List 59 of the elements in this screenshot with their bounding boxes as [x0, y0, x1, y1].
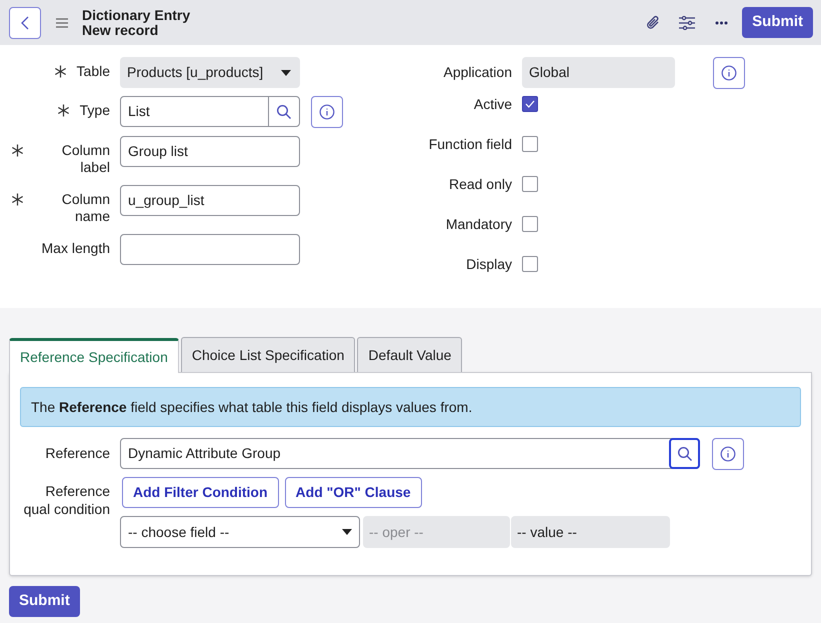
info-button[interactable]: [311, 96, 343, 128]
required-icon: [54, 65, 67, 78]
text-field[interactable]: Group list: [120, 136, 300, 167]
sliders-icon[interactable]: [679, 16, 696, 30]
info-icon: [721, 64, 737, 80]
info-icon: [319, 104, 335, 120]
checkbox[interactable]: [522, 176, 538, 192]
required-icon: [11, 144, 24, 157]
record-subtitle: New record: [82, 22, 158, 38]
tab[interactable]: Choice List Specification: [180, 337, 356, 372]
table-select[interactable]: Products [u_products]: [120, 57, 300, 88]
type-lookup-field[interactable]: List: [120, 96, 300, 127]
tab[interactable]: Reference Specification: [9, 338, 179, 373]
record-title: Dictionary Entry: [82, 8, 190, 22]
caret-icon: [281, 70, 291, 76]
field-label: Column name: [60, 191, 110, 225]
info-icon: [720, 446, 736, 462]
text-field[interactable]: [120, 234, 300, 265]
filter-button[interactable]: Add "OR" Clause: [284, 477, 422, 508]
field-label: Max length: [42, 240, 110, 257]
more-icon[interactable]: [715, 20, 728, 24]
info-button[interactable]: [713, 56, 745, 88]
search-button[interactable]: [669, 438, 700, 469]
field-label: Application: [442, 63, 512, 82]
reference-field[interactable]: Dynamic Attribute Group: [120, 438, 700, 469]
menu-icon[interactable]: [56, 18, 68, 28]
info-button[interactable]: [712, 438, 744, 470]
field-label: Column label: [60, 142, 110, 176]
back-button[interactable]: [9, 6, 41, 38]
field-label: Reference qual condition: [22, 482, 110, 519]
search-icon: [676, 446, 692, 462]
submit-button[interactable]: Submit: [9, 586, 80, 617]
field-label: Table: [76, 63, 110, 80]
field-label: Type: [80, 102, 110, 119]
caret-icon: [342, 529, 352, 535]
check-icon: [525, 100, 535, 108]
checkbox[interactable]: [522, 256, 538, 272]
required-icon: [11, 193, 24, 206]
field-label: Active: [472, 94, 512, 114]
application-field: Global: [522, 57, 675, 88]
paperclip-icon[interactable]: [645, 14, 662, 32]
checkbox[interactable]: [522, 136, 538, 152]
field-label: Read only: [448, 174, 512, 194]
field-label: Reference: [44, 444, 110, 463]
checkbox[interactable]: [522, 96, 538, 112]
chevron-left-icon: [21, 16, 29, 30]
filter-button[interactable]: Add Filter Condition: [122, 477, 279, 508]
value-field[interactable]: -- value --: [511, 516, 670, 548]
banner-text: The Reference field specifies what table this field displays values from.: [31, 398, 472, 417]
field-label: Display: [465, 254, 512, 274]
search-icon: [276, 104, 292, 120]
submit-button[interactable]: Submit: [742, 7, 813, 38]
field-label: Mandatory: [444, 214, 512, 234]
text-field[interactable]: u_group_list: [120, 185, 300, 216]
checkbox[interactable]: [522, 216, 538, 232]
tab[interactable]: Default Value: [357, 337, 462, 372]
field-label: Function field: [428, 134, 512, 154]
required-icon: [56, 104, 70, 117]
field-select[interactable]: -- choose field --: [120, 516, 360, 548]
